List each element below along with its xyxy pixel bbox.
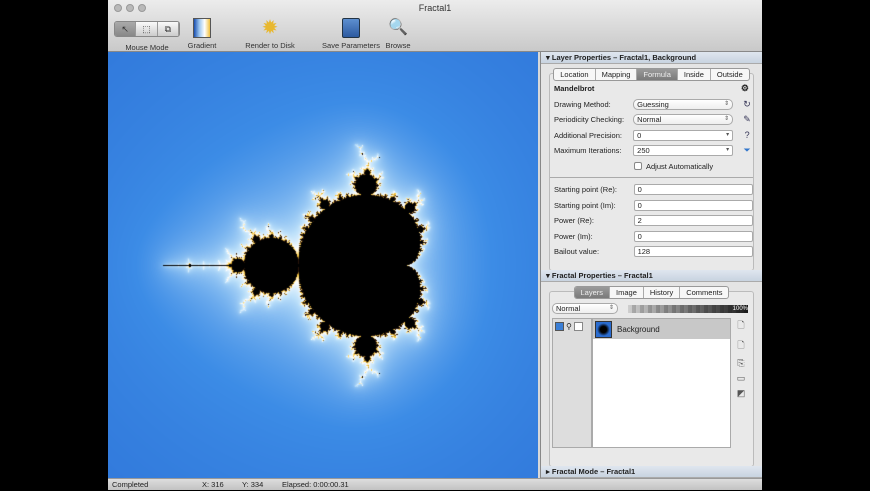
refresh-icon[interactable]: ↻: [741, 99, 753, 110]
help-icon[interactable]: ?: [741, 130, 753, 140]
formula-browse-icon[interactable]: ⚙: [741, 83, 749, 94]
gear-icon: ✹: [261, 17, 279, 39]
gradient-icon: [193, 18, 211, 38]
edit-icon[interactable]: ✎: [741, 114, 753, 125]
tab-history[interactable]: History: [644, 287, 681, 298]
layer-list: Background: [592, 318, 731, 448]
fractal-properties-box: Layers Image History Comments Normal ⇕ 10…: [549, 286, 754, 467]
disclosure-icon[interactable]: ⏷: [741, 145, 753, 156]
formula-name: Mandelbrot: [554, 84, 595, 94]
param-label: Starting point (Re):: [554, 185, 617, 195]
render-to-disk-button[interactable]: ✹ Render to Disk: [240, 18, 300, 50]
layer-row[interactable]: Background: [593, 319, 730, 339]
adjust-checkbox[interactable]: [634, 162, 642, 171]
select-rect-icon[interactable]: ⬚: [136, 22, 158, 36]
mouse-mode-label: Mouse Mode: [125, 43, 169, 52]
layer-visible-icon[interactable]: [555, 322, 564, 331]
status-text: Completed: [112, 480, 149, 489]
mouse-mode-control[interactable]: ↖ ⬚ ⧉ Mouse Mode: [114, 18, 180, 52]
power-im-input[interactable]: 0: [633, 230, 753, 242]
layer-zoom-icon[interactable]: ⚲: [566, 322, 572, 331]
adjust-label: Adjust Automatically: [646, 161, 714, 171]
layer-tabs: Location Mapping Formula Inside Outside: [553, 68, 750, 81]
bailout-input[interactable]: 128: [633, 246, 753, 258]
iterations-label: Maximum Iterations:: [554, 146, 622, 156]
merge-layer-icon[interactable]: ◩: [737, 388, 746, 399]
tab-formula[interactable]: Formula: [637, 69, 678, 80]
duplicate-layer-icon[interactable]: ⎘: [737, 358, 744, 369]
precision-label: Additional Precision:: [554, 130, 622, 140]
drawing-method-select[interactable]: Guessing ⇕: [633, 98, 734, 110]
app-window: Fractal1 ↖ ⬚ ⧉ Mouse Mode Gradient ✹ Rende…: [108, 0, 762, 490]
save-parameters-button[interactable]: Save Parameters: [320, 18, 382, 50]
window-title: Fractal1: [418, 3, 452, 13]
fractal-mode-header[interactable]: ▸ Fractal Mode – Fractal1: [541, 466, 762, 478]
layer-mask-icon[interactable]: ▭: [737, 373, 746, 384]
fractal-properties-header[interactable]: ▾ Fractal Properties – Fractal1: [541, 270, 762, 282]
elapsed-time: Elapsed: 0:00:00.31: [282, 480, 349, 489]
layer-properties-box: Location Mapping Formula Inside Outside …: [549, 68, 754, 271]
opacity-slider[interactable]: 100%: [628, 304, 748, 313]
periodicity-select[interactable]: Normal ⇕: [633, 114, 734, 126]
tab-mapping[interactable]: Mapping: [596, 69, 638, 80]
fractal-canvas[interactable]: [108, 52, 538, 478]
iterations-combo[interactable]: 250 ▾: [633, 145, 734, 157]
tab-comments[interactable]: Comments: [680, 287, 728, 298]
param-label: Power (Re):: [554, 216, 595, 226]
tab-inside[interactable]: Inside: [678, 69, 711, 80]
gradient-button[interactable]: Gradient: [184, 18, 220, 50]
x-coordinate: X: 316: [202, 480, 224, 489]
layer-lock-checkbox[interactable]: [573, 322, 583, 331]
tab-layers[interactable]: Layers: [574, 287, 611, 298]
start-im-input[interactable]: 0: [633, 199, 753, 211]
title-toolbar: Fractal1 ↖ ⬚ ⧉ Mouse Mode Gradient ✹ Rende…: [108, 0, 762, 52]
layer-thumbnail: [595, 320, 612, 338]
param-label: Starting point (Im):: [554, 200, 616, 210]
precision-combo[interactable]: 0 ▾: [633, 129, 734, 141]
browse-folder-icon: 🔍: [388, 19, 408, 36]
tab-outside[interactable]: Outside: [711, 69, 749, 80]
gradient-label: Gradient: [187, 41, 217, 50]
param-label: Power (Im):: [554, 231, 593, 241]
browse-button[interactable]: 🔍 Browse: [380, 18, 416, 50]
tab-location[interactable]: Location: [554, 69, 596, 80]
drawing-method-label: Drawing Method:: [554, 99, 611, 109]
power-re-input[interactable]: 2: [633, 215, 753, 227]
blend-mode-select[interactable]: Normal ⇕: [552, 303, 618, 314]
param-label: Bailout value:: [554, 247, 600, 257]
delete-layer-icon[interactable]: 🗋: [737, 338, 744, 354]
status-bar: Completed X: 316 Y: 334 Elapsed: 0:00:00…: [108, 478, 762, 490]
inspector-panel: ▾ Layer Properties – Fractal1, Backgroun…: [540, 52, 762, 478]
fractal-tabs: Layers Image History Comments: [573, 286, 730, 299]
browse-label: Browse: [385, 41, 411, 50]
layer-properties-header[interactable]: ▾ Layer Properties – Fractal1, Backgroun…: [541, 52, 762, 64]
start-re-input[interactable]: 0: [633, 184, 753, 196]
save-label: Save Parameters: [322, 41, 380, 50]
render-label: Render to Disk: [245, 41, 295, 50]
tab-image[interactable]: Image: [610, 287, 644, 298]
pointer-icon[interactable]: ↖: [115, 22, 137, 36]
layer-name: Background: [617, 324, 660, 334]
new-layer-icon[interactable]: 🗋: [737, 318, 744, 334]
y-coordinate: Y: 334: [242, 480, 264, 489]
save-params-icon: [342, 18, 360, 38]
periodicity-label: Periodicity Checking:: [554, 115, 625, 125]
window-icon[interactable]: ⧉: [157, 22, 179, 36]
